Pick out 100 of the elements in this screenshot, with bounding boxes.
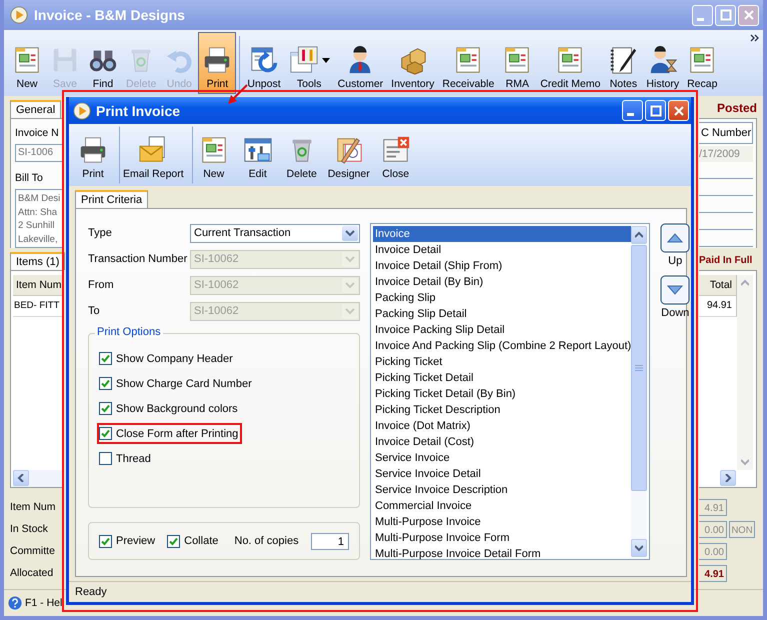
- checkbox[interactable]: [167, 534, 180, 548]
- list-item[interactable]: Picking Ticket: [373, 354, 632, 370]
- toolbar-button[interactable]: Print: [71, 126, 115, 184]
- field-label: Bill To: [15, 172, 44, 184]
- checkbox-label[interactable]: Show Background colors: [116, 402, 238, 414]
- notebook-icon: [608, 45, 638, 75]
- grip-icon[interactable]: [635, 365, 644, 371]
- maximize-icon: [720, 9, 732, 21]
- overflow-chevron-icon[interactable]: [750, 34, 760, 44]
- list-item[interactable]: Invoice Detail: [373, 242, 632, 258]
- scroll-up-icon[interactable]: [635, 231, 644, 239]
- toolbar-button[interactable]: Print: [198, 32, 236, 94]
- toolbar-button[interactable]: Notes: [604, 32, 642, 94]
- list-item[interactable]: Service Invoice: [373, 450, 632, 466]
- toolbar-button[interactable]: Credit Memo: [536, 32, 604, 94]
- column-header: Item Num: [13, 275, 62, 296]
- tab[interactable]: Print Criteria: [75, 190, 148, 208]
- list-item[interactable]: Service Invoice Detail: [373, 466, 632, 482]
- help-icon[interactable]: [8, 596, 22, 610]
- list-item[interactable]: Service Invoice Description: [373, 482, 632, 498]
- toolbar-button[interactable]: Email Report: [119, 126, 188, 184]
- maximize-icon: [650, 104, 662, 116]
- app-logo-icon: [10, 6, 28, 24]
- list-item[interactable]: Picking Ticket Detail: [373, 370, 632, 386]
- list-item[interactable]: Picking Ticket Description: [373, 402, 632, 418]
- list-item[interactable]: Multi-Purpose Invoice Form: [373, 530, 632, 546]
- toolbar-button[interactable]: Close: [374, 126, 418, 184]
- minimize-icon: [697, 18, 704, 20]
- toolbar-button[interactable]: New: [192, 126, 236, 184]
- checkbox-label[interactable]: Show Company Header: [116, 352, 233, 364]
- checkbox[interactable]: [99, 452, 112, 465]
- toolbar-button[interactable]: Recap: [683, 32, 722, 94]
- tab[interactable]: General: [10, 100, 62, 118]
- value-field: 4.91: [699, 498, 727, 516]
- scrollbar[interactable]: [631, 226, 648, 557]
- toolbar-button[interactable]: History: [642, 32, 684, 94]
- value-field: 4.91: [699, 564, 727, 582]
- toolbar-button[interactable]: Receivable: [438, 32, 498, 94]
- field-label: Invoice N: [15, 127, 60, 139]
- address-field[interactable]: B&M Desi Attn: Sha 2 Sunhill Lakeville,: [15, 189, 62, 248]
- list-item[interactable]: Invoice Packing Slip Detail: [373, 322, 632, 338]
- checkbox-label[interactable]: Preview: [116, 535, 156, 547]
- printer-icon: [78, 135, 108, 165]
- minimize-icon: [627, 113, 634, 116]
- list-item[interactable]: Packing Slip: [373, 290, 632, 306]
- toolbar-button[interactable]: Customer: [334, 32, 388, 94]
- checkbox-label[interactable]: Collate: [184, 535, 218, 547]
- scrollbar[interactable]: [13, 470, 62, 487]
- toolbar-button[interactable]: Inventory: [387, 32, 438, 94]
- list-item[interactable]: Invoice: [373, 226, 632, 242]
- toolbar-button[interactable]: Designer: [324, 126, 374, 184]
- list-item[interactable]: Multi-Purpose Invoice Detail Form: [373, 546, 632, 562]
- dropdown-field[interactable]: Current Transaction: [190, 224, 360, 242]
- toolbar-button[interactable]: Unpost: [243, 32, 285, 94]
- list-item[interactable]: Invoice Detail (Ship From): [373, 258, 632, 274]
- checkbox[interactable]: [99, 402, 112, 415]
- checkbox[interactable]: [99, 427, 112, 440]
- copies-field[interactable]: 1: [310, 532, 349, 550]
- checkbox-label[interactable]: Show Charge Card Number: [116, 378, 252, 390]
- close-button[interactable]: [668, 100, 689, 121]
- input-field[interactable]: SI-1006: [15, 144, 62, 162]
- toolbar-button[interactable]: New: [8, 32, 46, 94]
- group-title: Print Options: [95, 326, 163, 338]
- move-down-button[interactable]: Down: [660, 275, 690, 319]
- app-logo-icon: [73, 102, 91, 120]
- checkbox-label[interactable]: Close Form after Printing: [116, 428, 238, 440]
- list-item[interactable]: Invoice And Packing Slip (Combine 2 Report Layout): [373, 338, 632, 354]
- close-icon: [672, 104, 684, 116]
- triangle-down-icon: [660, 275, 690, 305]
- table-cell: BED- FITT: [13, 296, 62, 317]
- scroll-left-icon[interactable]: [17, 474, 25, 482]
- toolbar-button[interactable]: Find: [84, 32, 122, 94]
- list-item[interactable]: Commercial Invoice: [373, 498, 632, 514]
- toolbar-button[interactable]: RMA: [498, 32, 536, 94]
- checkbox[interactable]: [99, 352, 112, 365]
- toolbar-button[interactable]: Delete: [280, 126, 324, 184]
- maximize-button[interactable]: [645, 100, 666, 121]
- chevron-down-icon: [345, 255, 355, 263]
- column-header: Total: [699, 275, 737, 296]
- list-item[interactable]: Multi-Purpose Invoice: [373, 514, 632, 530]
- list-item[interactable]: Invoice Detail (By Bin): [373, 274, 632, 290]
- list-item[interactable]: Invoice Detail (Cost): [373, 434, 632, 450]
- tab[interactable]: Items (1): [10, 252, 66, 270]
- list-item[interactable]: Picking Ticket Detail (By Bin): [373, 386, 632, 402]
- checkbox-label[interactable]: Thread: [116, 452, 151, 464]
- field-label: From: [88, 279, 115, 291]
- scroll-down-icon[interactable]: [635, 544, 644, 552]
- field-label: Transaction Number: [88, 253, 188, 265]
- toolbar-button[interactable]: Tools: [284, 32, 334, 94]
- list-item[interactable]: Invoice (Dot Matrix): [373, 418, 632, 434]
- move-up-button[interactable]: Up: [660, 223, 690, 267]
- checkbox[interactable]: [99, 534, 112, 548]
- minimize-button[interactable]: [622, 100, 643, 121]
- checkbox[interactable]: [99, 377, 112, 390]
- window-title: Invoice - B&M Designs: [34, 7, 186, 23]
- field-label: Type: [88, 227, 113, 239]
- toolbar-button[interactable]: Edit: [236, 126, 280, 184]
- list-item[interactable]: Packing Slip Detail: [373, 306, 632, 322]
- chevron-down-icon: [345, 307, 355, 315]
- scroll-right-icon[interactable]: [724, 474, 732, 482]
